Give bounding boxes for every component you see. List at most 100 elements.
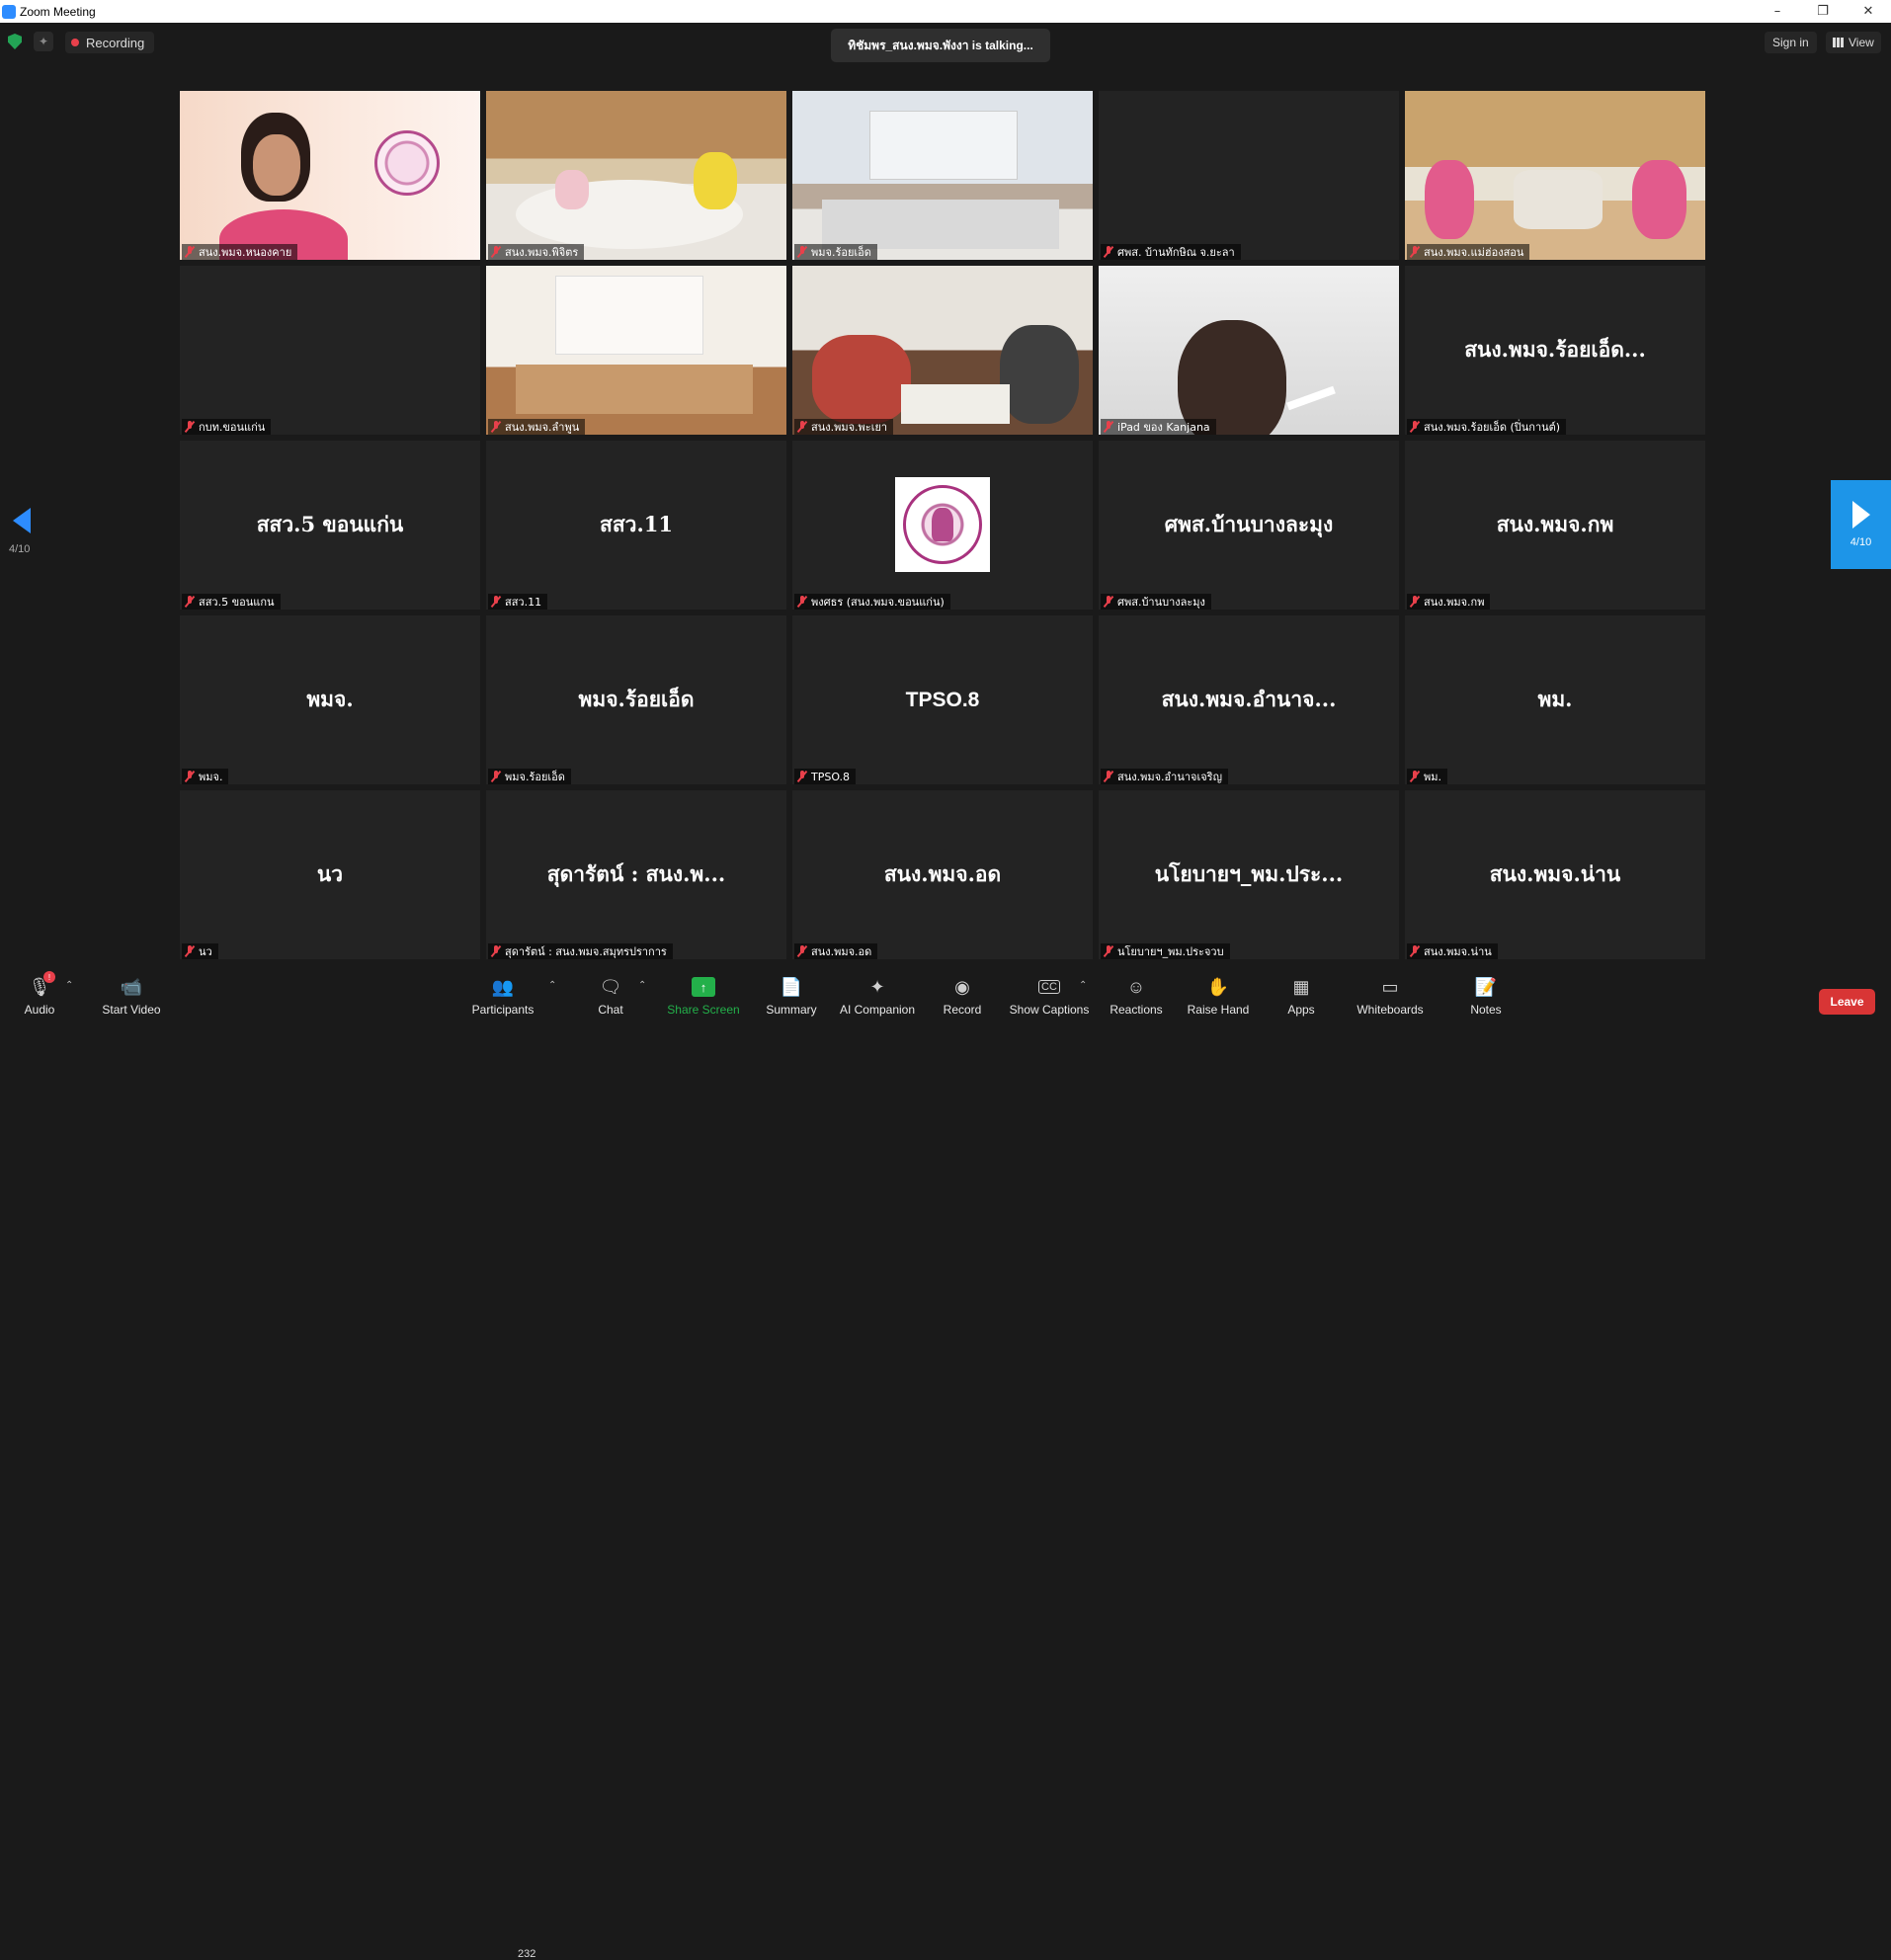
- participant-video: [792, 91, 1093, 260]
- view-label: View: [1849, 36, 1874, 49]
- apps-button[interactable]: ▦ Apps: [1284, 966, 1318, 1025]
- meeting-topbar: ✦ Recording ทิชัมพร_สนง.พมจ.พังงา is tal…: [0, 23, 1891, 62]
- mic-muted-icon: [491, 945, 501, 957]
- participant-display-name: สนง.พมจ.ร้อยเอ็ด...: [1464, 337, 1646, 362]
- hand-icon: ✋: [1206, 976, 1230, 997]
- summary-icon: 📄: [780, 976, 803, 997]
- security-shield-icon[interactable]: [8, 34, 22, 49]
- reactions-icon: ☺: [1126, 976, 1146, 997]
- recording-indicator[interactable]: Recording: [65, 32, 155, 53]
- captions-options-caret-icon[interactable]: ⌃: [1079, 980, 1087, 991]
- participant-name-label: TPSO.8: [794, 769, 857, 784]
- record-button[interactable]: ◉ Record: [939, 966, 986, 1025]
- mic-muted-icon: [797, 246, 807, 258]
- record-icon: ◉: [954, 976, 970, 997]
- participants-button[interactable]: 👥 Participants: [468, 966, 537, 1025]
- chat-button[interactable]: 🗨 Chat: [591, 966, 630, 1025]
- show-captions-button[interactable]: CC Show Captions: [1008, 966, 1091, 1025]
- summary-button[interactable]: 📄 Summary: [761, 966, 822, 1025]
- arrow-left-icon: [13, 508, 31, 533]
- next-page-button[interactable]: 4/10: [1831, 480, 1891, 569]
- apps-icon: ▦: [1292, 976, 1310, 997]
- video-tile[interactable]: ศพส. บ้านทักษิณ จ.ยะลา: [1099, 91, 1399, 260]
- video-tile[interactable]: พมจ.ร้อยเอ็ด พมจ.ร้อยเอ็ด: [486, 615, 786, 784]
- participant-name-label: พมจ.ร้อยเอ็ด: [488, 769, 571, 784]
- video-off-icon: 📹: [120, 976, 143, 997]
- video-tile[interactable]: นโยบายฯ_พม.ประ... นโยบายฯ_พม.ประจวบ: [1099, 790, 1399, 959]
- video-tile[interactable]: กบท.ขอนแก่น: [180, 266, 480, 435]
- video-tile[interactable]: สนง.พมจ.พะเยา: [792, 266, 1093, 435]
- participant-video: [486, 266, 786, 435]
- share-screen-button[interactable]: ↑ Share Screen: [666, 966, 741, 1025]
- video-tile[interactable]: สนง.พมจ.กพ สนง.พมจ.กพ: [1405, 441, 1705, 610]
- minimize-button[interactable]: –: [1755, 0, 1800, 23]
- raise-hand-button[interactable]: ✋ Raise Hand: [1186, 966, 1251, 1025]
- participant-display-name: ศพส.บ้านบางละมุง: [1164, 512, 1334, 536]
- participant-display-name: TPSO.8: [905, 688, 980, 711]
- video-tile[interactable]: สนง.พมจ.ลำพูน: [486, 266, 786, 435]
- participants-options-caret-icon[interactable]: ⌃: [548, 980, 556, 991]
- mic-muted-icon: [1104, 246, 1113, 258]
- participant-name-label: พงศธร (สนง.พมจ.ขอนแก่น): [794, 594, 950, 610]
- chat-options-caret-icon[interactable]: ⌃: [638, 980, 646, 991]
- participant-name-label: นว: [182, 943, 218, 959]
- whiteboards-button[interactable]: ▭ Whiteboards: [1354, 966, 1427, 1025]
- start-video-button[interactable]: 📹 Start Video: [97, 966, 166, 1025]
- video-tile[interactable]: สนง.พมจ.อำนาจ... สนง.พมจ.อำนาจเจริญ: [1099, 615, 1399, 784]
- mic-muted-icon: [1104, 771, 1113, 782]
- mic-muted-icon: [1104, 421, 1113, 433]
- participant-name-label: สนง.พมจ.ร้อยเอ็ด (ปิ่นกานต์): [1407, 419, 1567, 435]
- sign-in-button[interactable]: Sign in: [1765, 32, 1817, 53]
- video-tile[interactable]: สนง.พมจ.ร้อยเอ็ด... สนง.พมจ.ร้อยเอ็ด (ปิ…: [1405, 266, 1705, 435]
- video-tile[interactable]: สสว.11 สสว.11: [486, 441, 786, 610]
- audio-options-caret-icon[interactable]: ⌃: [65, 980, 73, 991]
- participant-name-label: สนง.พมจ.พิจิตร: [488, 244, 585, 260]
- leave-button[interactable]: Leave: [1819, 989, 1875, 1015]
- video-tile[interactable]: ศพส.บ้านบางละมุง ศพส.บ้านบางละมุง: [1099, 441, 1399, 610]
- video-tile[interactable]: สนง.พมจ.น่าน สนง.พมจ.น่าน: [1405, 790, 1705, 959]
- mic-muted-icon: [1104, 945, 1113, 957]
- video-tile[interactable]: สุดารัตน์ : สนง.พ... สุดารัตน์ : สนง.พมจ…: [486, 790, 786, 959]
- ai-spark-icon[interactable]: ✦: [34, 32, 53, 51]
- participant-display-name: สสว.11: [600, 512, 673, 536]
- video-tile[interactable]: สนง.พมจ.อด สนง.พมจ.อด: [792, 790, 1093, 959]
- close-button[interactable]: ✕: [1846, 0, 1891, 23]
- chat-icon: 🗨: [599, 976, 622, 997]
- ai-companion-button[interactable]: ✦ AI Companion: [836, 966, 919, 1025]
- participant-name-label: สนง.พมจ.อำนาจเจริญ: [1101, 769, 1228, 784]
- mic-muted-icon: [797, 596, 807, 608]
- ministry-seal-icon: [903, 485, 982, 564]
- video-tile[interactable]: TPSO.8 TPSO.8: [792, 615, 1093, 784]
- participant-name-label: สุดารัตน์ : สนง.พมจ.สมุทรปราการ: [488, 943, 673, 959]
- window-controls: – ❐ ✕: [1755, 0, 1891, 23]
- video-tile[interactable]: สนง.พมจ.พิจิตร: [486, 91, 786, 260]
- participant-video: [486, 91, 786, 260]
- mic-muted-icon: [185, 421, 195, 433]
- whiteboard-icon: ▭: [1381, 976, 1399, 997]
- video-tile[interactable]: สนง.พมจ.หนองคาย: [180, 91, 480, 260]
- participant-display-name: สุดารัตน์ : สนง.พ...: [546, 861, 726, 886]
- video-tile[interactable]: iPad ของ Kanjana: [1099, 266, 1399, 435]
- video-tile[interactable]: สนง.พมจ.แม่ฮ่องสอน: [1405, 91, 1705, 260]
- previous-page-button[interactable]: 4/10: [9, 508, 37, 567]
- restore-button[interactable]: ❐: [1800, 0, 1846, 23]
- notes-button[interactable]: 📝 Notes: [1466, 966, 1506, 1025]
- mic-muted-icon: [1104, 596, 1113, 608]
- participant-name-label: สนง.พมจ.ลำพูน: [488, 419, 586, 435]
- mic-muted-icon: [1410, 421, 1420, 433]
- avatar: [895, 477, 990, 572]
- reactions-button[interactable]: ☺ Reactions: [1109, 966, 1164, 1025]
- video-tile[interactable]: พม. พม.: [1405, 615, 1705, 784]
- mic-muted-icon: [491, 771, 501, 782]
- video-tile[interactable]: พมจ. พมจ.: [180, 615, 480, 784]
- video-tile[interactable]: พมจ.ร้อยเอ็ด: [792, 91, 1093, 260]
- mic-muted-icon: [1410, 945, 1420, 957]
- grid-view-icon: [1833, 38, 1844, 47]
- video-tile[interactable]: สสว.5 ขอนแก่น สสว.5 ขอนแกน: [180, 441, 480, 610]
- participant-name-label: สนง.พมจ.อด: [794, 943, 878, 959]
- audio-button[interactable]: 🎙! Audio: [20, 966, 59, 1025]
- mic-muted-icon: [1410, 771, 1420, 782]
- view-button[interactable]: View: [1826, 32, 1881, 53]
- video-tile[interactable]: นว นว: [180, 790, 480, 959]
- participant-display-name: พมจ.: [306, 687, 354, 711]
